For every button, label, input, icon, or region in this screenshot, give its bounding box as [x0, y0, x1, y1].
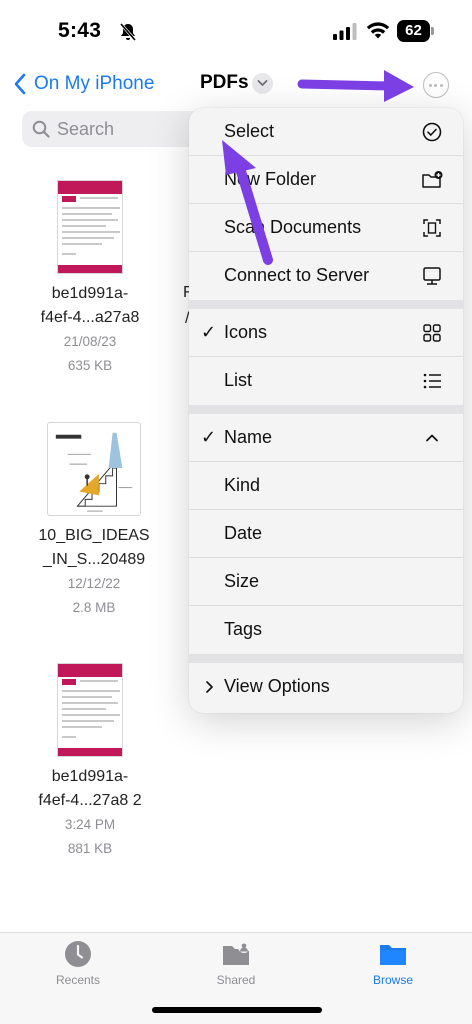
file-size: 2.8 MB [72, 600, 116, 615]
search-placeholder: Search [57, 119, 115, 139]
dot [439, 83, 443, 87]
file-name: be1d991a- [51, 285, 129, 302]
chevron-left-icon [14, 73, 26, 95]
stairs-illustration [55, 432, 133, 512]
status-time: 5:43 [58, 19, 102, 42]
bell-slash-icon [119, 23, 137, 41]
menu-separator [189, 405, 463, 414]
menu-item-sort-tags[interactable]: Tags [189, 606, 463, 654]
shared-folder-icon [223, 941, 250, 965]
pdf-thumbnail [57, 663, 123, 757]
tab-label: Browse [372, 973, 413, 987]
scan-document-icon [423, 219, 441, 237]
chevron-down-icon [257, 80, 268, 86]
battery-level: 62 [397, 20, 430, 42]
home-indicator [152, 1007, 322, 1013]
file-date: 21/08/23 [63, 334, 117, 349]
back-button[interactable]: On My iPhone [12, 70, 154, 98]
chevron-up-icon [426, 434, 438, 442]
tab-label: Shared [216, 973, 256, 987]
menu-item-sort-date[interactable]: Date [189, 510, 463, 558]
menu-item-label: New Folder [224, 169, 317, 189]
file-name: be1d991a- [51, 768, 129, 785]
wifi-icon [366, 22, 390, 39]
menu-item-sort-size[interactable]: Size [189, 558, 463, 606]
more-options-menu: Select New Folder Scan Documents Connect… [189, 108, 463, 713]
dot [429, 83, 432, 87]
checkmark: ✓ [201, 322, 217, 342]
file-name: _IN_S...20489 [42, 551, 146, 568]
menu-separator [189, 654, 463, 663]
menu-item-label: Name [224, 427, 273, 447]
file-item[interactable]: be1d991a- f4ef-4...a27a8 21/08/23 635 KB [5, 180, 175, 378]
clock-icon [65, 941, 91, 967]
menu-item-view-options[interactable]: View Options [189, 663, 463, 711]
file-item[interactable]: be1d991a- f4ef-4...27a8 2 3:24 PM 881 KB [5, 663, 175, 861]
file-name: f4ef-4...27a8 2 [38, 792, 142, 809]
menu-item-label: Tags [224, 619, 263, 639]
menu-item-sort-kind[interactable]: Kind [189, 462, 463, 510]
back-label: On My iPhone [34, 73, 155, 94]
menu-item-list[interactable]: List [189, 357, 463, 405]
tab-browse[interactable]: Browse [338, 939, 448, 987]
folder-plus-icon [422, 171, 443, 188]
grid-icon [423, 324, 441, 342]
pdf-thumbnail [57, 180, 123, 274]
file-size: 635 KB [67, 358, 113, 373]
file-item[interactable]: 10_BIG_IDEAS _IN_S...20489 12/12/22 2.8 … [9, 422, 179, 620]
checkmark: ✓ [201, 427, 217, 447]
menu-item-icons[interactable]: ✓ Icons [189, 309, 463, 357]
annotation-arrow-head [384, 70, 414, 102]
file-name: f4ef-4...a27a8 [40, 309, 140, 326]
tab-shared[interactable]: Shared [181, 939, 291, 987]
tab-recents[interactable]: Recents [23, 939, 133, 987]
menu-item-label: List [224, 370, 253, 390]
file-name: 10_BIG_IDEAS [38, 527, 150, 544]
folder-icon [380, 945, 406, 965]
status-bar: 5:43 62 [0, 0, 472, 62]
menu-item-label: Select [224, 121, 275, 141]
menu-item-label: Size [224, 571, 260, 591]
menu-item-new-folder[interactable]: New Folder [189, 156, 463, 204]
search-icon [32, 120, 50, 138]
menu-item-label: Connect to Server [224, 265, 370, 285]
menu-item-label: Date [224, 523, 263, 543]
menu-item-label: Kind [224, 475, 261, 495]
file-date: 12/12/22 [67, 576, 121, 591]
menu-separator [189, 300, 463, 309]
pdf-thumbnail [47, 422, 141, 516]
file-size: 881 KB [67, 841, 113, 856]
menu-item-connect-to-server[interactable]: Connect to Server [189, 252, 463, 300]
file-date: 3:24 PM [64, 817, 116, 832]
more-options-button[interactable] [423, 72, 449, 98]
page-title: PDFs [200, 72, 249, 93]
menu-item-label: Scan Documents [224, 217, 362, 237]
tab-label: Recents [55, 973, 101, 987]
server-display-icon [423, 267, 441, 285]
menu-item-sort-name[interactable]: ✓ Name [189, 414, 463, 462]
cellular-signal-icon [333, 23, 357, 40]
menu-item-label: Icons [224, 322, 268, 342]
dot [434, 83, 438, 87]
chevron-right-icon [206, 681, 213, 693]
title-menu-button[interactable] [252, 73, 273, 94]
annotation-arrow-shaft [297, 79, 395, 91]
checkmark-circle-icon [422, 122, 442, 142]
battery-indicator: 62 [397, 20, 434, 42]
menu-item-select[interactable]: Select [189, 108, 463, 156]
menu-item-scan-documents[interactable]: Scan Documents [189, 204, 463, 252]
menu-item-label: View Options [224, 676, 330, 696]
list-icon [423, 373, 441, 389]
